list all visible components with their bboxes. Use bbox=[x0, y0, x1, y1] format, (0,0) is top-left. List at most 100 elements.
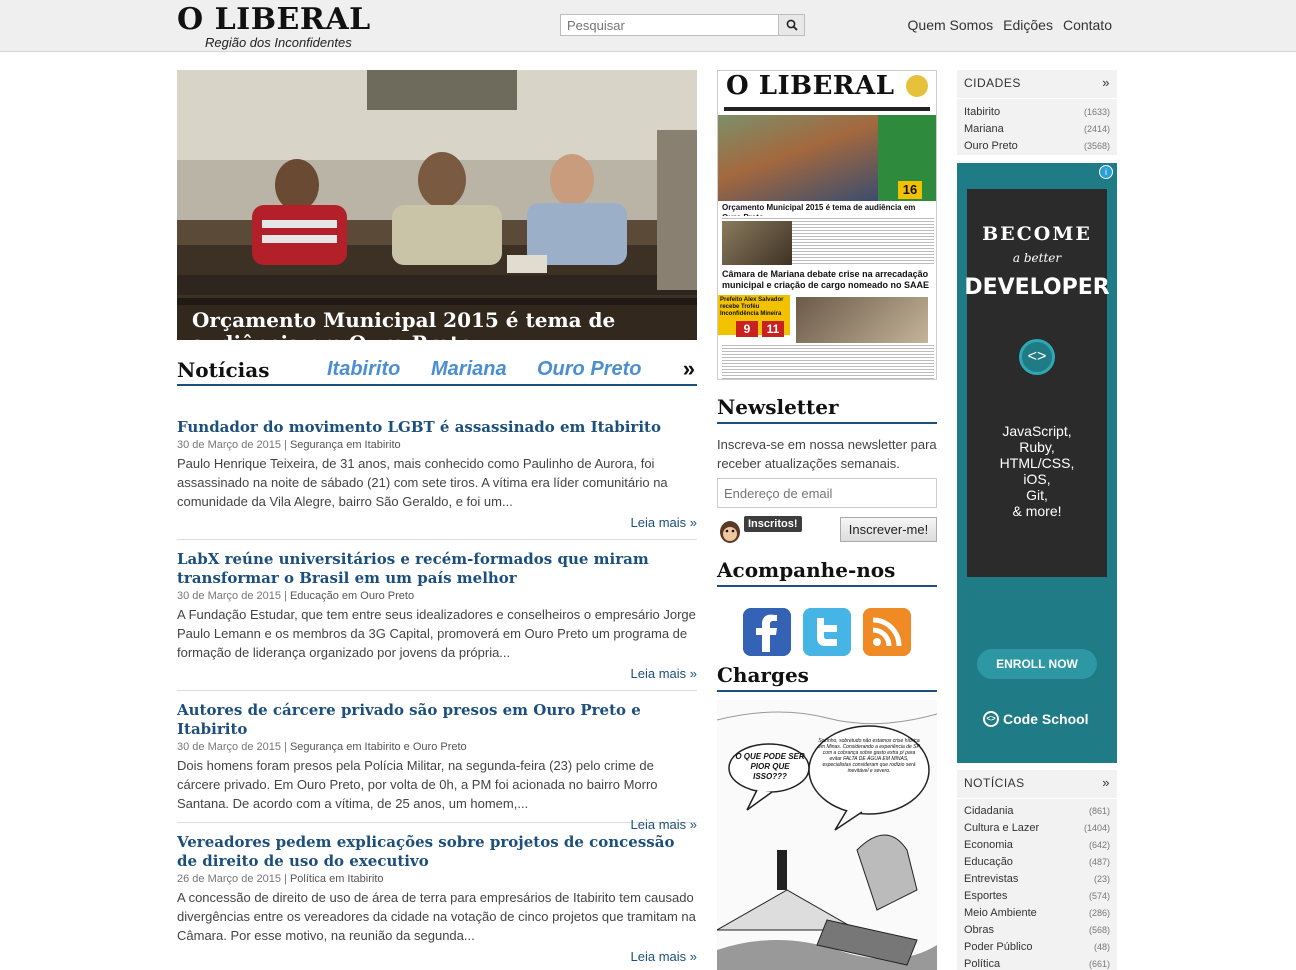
news-categories-title: NOTÍCIAS bbox=[964, 776, 1025, 790]
paper-box-text: Prefeito Alex Salvador recebe Troféu Inc… bbox=[720, 297, 784, 317]
category-item[interactable]: Entrevistas (23) bbox=[957, 870, 1117, 887]
article-excerpt: A concessão de direito de uso de área de… bbox=[177, 890, 696, 943]
news-categories-more[interactable]: » bbox=[1102, 775, 1110, 790]
city-count: (2414) bbox=[1083, 123, 1110, 134]
category-item[interactable]: Educação (487) bbox=[957, 853, 1117, 870]
article-category[interactable]: Segurança em Itabirito bbox=[290, 439, 401, 451]
logo-title: O LIBERAL bbox=[177, 2, 371, 37]
ad-enroll-button[interactable]: ENROLL NOW bbox=[977, 649, 1097, 679]
ad-brand-name: Code School bbox=[1003, 711, 1089, 727]
paper-masthead-seal bbox=[906, 75, 928, 97]
paper-page-16: 16 bbox=[898, 181, 922, 199]
cartoon-bubble-1: O QUE PODE SER PIOR QUE ISSO??? bbox=[735, 752, 805, 781]
ad-code-icon: <> bbox=[1019, 339, 1055, 375]
adchoices-icon[interactable]: i bbox=[1099, 165, 1113, 179]
paper-headline-2: Câmara de Mariana debate crise na arreca… bbox=[722, 269, 930, 290]
mailchimp-badge-label: Inscritos! bbox=[744, 516, 802, 532]
category-name: Economia bbox=[964, 838, 1013, 851]
category-item[interactable]: Esportes (574) bbox=[957, 887, 1117, 904]
read-more-link[interactable]: Leia mais » bbox=[177, 665, 697, 683]
article-date: 26 de Março de 2015 bbox=[177, 873, 281, 885]
subscribe-button[interactable]: Inscrever-me! bbox=[840, 517, 937, 542]
category-item[interactable]: Política (661) bbox=[957, 955, 1117, 970]
city-item-ouro-preto[interactable]: Ouro Preto (3568) bbox=[957, 137, 1117, 154]
article-meta: 26 de Março de 2015 | Política em Itabir… bbox=[177, 873, 384, 885]
article-meta: 30 de Março de 2015 | Segurança em Itabi… bbox=[177, 741, 467, 753]
paper-text-2 bbox=[722, 343, 934, 379]
search-input[interactable] bbox=[561, 15, 780, 35]
city-item-itabirito[interactable]: Itabirito (1633) bbox=[957, 103, 1117, 120]
site-logo[interactable]: O LIBERAL Região dos Inconfidentes bbox=[177, 4, 371, 50]
category-count: (286) bbox=[1088, 907, 1110, 918]
city-item-mariana[interactable]: Mariana (2414) bbox=[957, 120, 1117, 137]
article-item: Autores de cárcere privado são presos em… bbox=[177, 701, 697, 832]
article-excerpt: Paulo Henrique Teixeira, de 31 anos, mai… bbox=[177, 456, 668, 509]
article-category[interactable]: Educação em Ouro Preto bbox=[290, 590, 414, 602]
hero-slider[interactable]: Orçamento Municipal 2015 é tema de audiê… bbox=[177, 70, 697, 340]
article-meta: 30 de Março de 2015 | Educação em Ouro P… bbox=[177, 590, 415, 602]
read-more-link[interactable]: Leia mais » bbox=[177, 816, 697, 834]
category-item[interactable]: Cidadania (861) bbox=[957, 802, 1117, 819]
read-more-link[interactable]: Leia mais » bbox=[177, 514, 697, 532]
cities-list: Itabirito (1633) Mariana (2414) Ouro Preto… bbox=[957, 99, 1117, 154]
article-title[interactable]: Fundador do movimento LGBT é assassinado… bbox=[177, 418, 697, 437]
article-category[interactable]: Segurança em Itabirito e Ouro Preto bbox=[290, 741, 467, 753]
article-date: 30 de Março de 2015 bbox=[177, 741, 281, 753]
news-more-link[interactable]: » bbox=[683, 356, 695, 382]
city-count: (1633) bbox=[1083, 106, 1110, 117]
read-more-link[interactable]: Leia mais » bbox=[177, 948, 697, 966]
paper-masthead: O LIBERAL bbox=[726, 71, 895, 101]
nav-contato[interactable]: Contato bbox=[1063, 17, 1112, 33]
nav-edicoes[interactable]: Edições bbox=[1003, 17, 1053, 33]
search-button[interactable] bbox=[778, 15, 804, 35]
paper-photo-3 bbox=[796, 297, 928, 343]
facebook-link[interactable] bbox=[743, 608, 791, 656]
newsletter-email-input[interactable] bbox=[717, 478, 937, 508]
nav-quem-somos[interactable]: Quem Somos bbox=[908, 17, 994, 33]
ad-lang: Ruby, bbox=[1019, 439, 1055, 455]
article-excerpt: A Fundação Estudar, que tem entre seus i… bbox=[177, 607, 696, 660]
category-name: Poder Público bbox=[964, 940, 1033, 953]
category-name: Cidadania bbox=[964, 804, 1014, 817]
advertisement-banner[interactable]: i BECOME a better DEVELOPER <> JavaScrip… bbox=[957, 163, 1117, 763]
category-item[interactable]: Cultura e Lazer (1404) bbox=[957, 819, 1117, 836]
cartoon-image[interactable]: O QUE PODE SER PIOR QUE ISSO??? Sozinho,… bbox=[717, 700, 937, 970]
paper-page-9: 9 bbox=[736, 321, 758, 337]
article-title[interactable]: Autores de cárcere privado são presos em… bbox=[177, 701, 697, 739]
category-item[interactable]: Meio Ambiente (286) bbox=[957, 904, 1117, 921]
paper-page-11: 11 bbox=[762, 321, 784, 337]
ad-line-become: BECOME bbox=[982, 223, 1092, 245]
category-name: Cultura e Lazer bbox=[964, 821, 1040, 834]
article-category[interactable]: Política em Itabirito bbox=[290, 873, 384, 885]
ad-lang: JavaScript, bbox=[1002, 423, 1072, 439]
tab-mariana[interactable]: Mariana bbox=[431, 358, 507, 381]
search-box bbox=[560, 14, 805, 36]
article-item: LabX reúne universitários e recém-formad… bbox=[177, 550, 697, 691]
category-count: (487) bbox=[1088, 856, 1110, 867]
category-count: (23) bbox=[1093, 873, 1110, 884]
newspaper-front-page[interactable]: O LIBERAL 16 Orçamento Municipal 2015 é … bbox=[717, 70, 937, 380]
rss-link[interactable] bbox=[863, 608, 911, 656]
twitter-icon bbox=[803, 608, 851, 656]
mailchimp-badge[interactable]: Inscritos! bbox=[717, 516, 807, 544]
article-title[interactable]: LabX reúne universitários e recém-formad… bbox=[177, 550, 697, 588]
ad-brand-logo: <> Code School bbox=[983, 711, 1089, 727]
category-item[interactable]: Poder Público (48) bbox=[957, 938, 1117, 955]
cities-title: CIDADES bbox=[964, 76, 1021, 90]
category-count: (574) bbox=[1088, 890, 1110, 901]
cities-more[interactable]: » bbox=[1102, 75, 1110, 90]
category-count: (642) bbox=[1088, 839, 1110, 850]
tab-itabirito[interactable]: Itabirito bbox=[327, 358, 400, 381]
category-item[interactable]: Obras (568) bbox=[957, 921, 1117, 938]
news-section-header: Notícias Itabirito Mariana Ouro Preto » bbox=[177, 356, 697, 386]
category-item[interactable]: Economia (642) bbox=[957, 836, 1117, 853]
paper-photo bbox=[718, 115, 878, 201]
tab-ouro-preto[interactable]: Ouro Preto bbox=[537, 358, 641, 381]
category-name: Entrevistas bbox=[964, 872, 1019, 885]
article-title[interactable]: Vereadores pedem explicações sobre proje… bbox=[177, 833, 697, 871]
ad-language-list: JavaScript, Ruby, HTML/CSS, iOS, Git, & … bbox=[957, 423, 1117, 519]
category-name: Obras bbox=[964, 923, 994, 936]
hero-title[interactable]: Orçamento Municipal 2015 é tema de audiê… bbox=[192, 309, 672, 341]
twitter-link[interactable] bbox=[803, 608, 851, 656]
category-name: Esportes bbox=[964, 889, 1008, 902]
